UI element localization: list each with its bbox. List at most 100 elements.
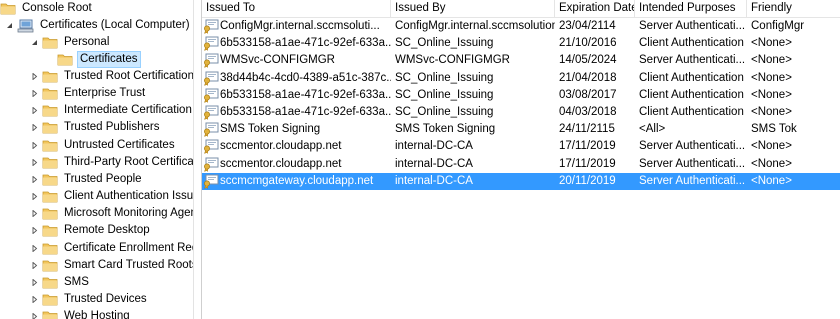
tree-node-store[interactable]: Trusted Devices	[30, 291, 149, 308]
certificate-list[interactable]: Issued To Issued By Expiration Date Inte…	[202, 0, 840, 319]
issued-to-text: sccmentor.cloudapp.net	[220, 157, 342, 170]
tree-node-store[interactable]: Trusted Publishers	[30, 119, 161, 136]
table-row[interactable]: 6b533158-a1ae-471c-92ef-633a... SC_Online…	[202, 104, 840, 121]
tree-label: Trusted Publishers	[64, 121, 160, 134]
tree-node-store[interactable]: Smart Card Trusted Roots	[30, 257, 193, 274]
cell-intended-purposes: Server Authenticati...	[639, 157, 746, 170]
console-tree[interactable]: Console Root Certificates (Local Compute…	[0, 0, 193, 319]
cell-issued-by: SC_Online_Issuing	[395, 88, 494, 101]
tree-node-store[interactable]: Remote Desktop	[30, 222, 152, 239]
expand-arrow-icon[interactable]	[30, 240, 39, 257]
certificate-icon	[204, 88, 219, 103]
cell-expiration-date: 03/08/2017	[559, 88, 617, 101]
column-header-expiration-date[interactable]: Expiration Date	[555, 0, 635, 17]
expand-arrow-icon[interactable]	[30, 222, 39, 239]
issued-to-text: ConfigMgr.internal.sccmsoluti...	[220, 20, 380, 32]
folder-icon	[42, 311, 58, 319]
tree-node-personal[interactable]: Personal	[30, 34, 111, 51]
cell-intended-purposes: <All>	[639, 123, 666, 136]
cell-expiration-date: 23/04/2114	[559, 20, 616, 32]
certificate-icon	[204, 122, 219, 138]
cell-issued-by: internal-DC-CA	[395, 157, 473, 170]
tree-label: Web Hosting	[64, 310, 130, 319]
tree-node-store[interactable]: Web Hosting	[30, 308, 132, 319]
cell-issued-to: 38d44b4c-4cd0-4389-a51c-387c...	[202, 70, 391, 87]
folder-icon	[42, 208, 58, 220]
table-row[interactable]: ConfigMgr.internal.sccmsoluti... ConfigMg…	[202, 18, 840, 35]
certificate-icon	[204, 19, 219, 34]
folder-icon	[42, 71, 58, 83]
expand-arrow-icon[interactable]	[30, 291, 39, 308]
folder-icon	[42, 140, 58, 151]
tree-label: Certificates	[77, 51, 141, 68]
folder-icon	[42, 191, 58, 203]
tree-node-console-root[interactable]: Console Root	[0, 0, 94, 17]
tree-node-store[interactable]: Client Authentication Issue	[30, 188, 193, 205]
tree-node-store[interactable]: Untrusted Certificates	[30, 137, 177, 154]
cell-friendly-name: ConfigMgr	[751, 20, 805, 32]
tree-node-store[interactable]: Trusted People	[30, 171, 144, 188]
tree-node-store[interactable]: Trusted Root Certification A	[30, 68, 193, 85]
certificates-mmc-window: Console Root Certificates (Local Compute…	[0, 0, 840, 319]
expand-arrow-icon[interactable]	[30, 257, 39, 274]
cell-expiration-date: 17/11/2019	[559, 157, 616, 170]
tree-node-store[interactable]: Intermediate Certification A	[30, 102, 193, 119]
column-header-friendly-name[interactable]: Friendly	[747, 0, 840, 17]
table-row[interactable]: sccmcmgateway.cloudapp.net internal-DC-CA…	[202, 172, 840, 190]
cell-issued-by: SC_Online_Issuing	[395, 106, 494, 118]
issued-to-text: SMS Token Signing	[220, 123, 321, 136]
expand-arrow-icon[interactable]	[30, 154, 39, 171]
tree-node-certificates[interactable]: Certificates	[57, 51, 141, 68]
tree-node-store[interactable]: Microsoft Monitoring Agen	[30, 205, 193, 222]
expand-arrow-icon[interactable]	[30, 119, 39, 136]
tree-node-store[interactable]: Third-Party Root Certificat	[30, 154, 193, 171]
table-row[interactable]: sccmentor.cloudapp.net internal-DC-CA 17/1…	[202, 156, 840, 173]
cell-intended-purposes: Client Authentication	[639, 106, 744, 118]
expand-arrow-icon[interactable]	[30, 308, 39, 319]
expand-arrow-icon[interactable]	[30, 274, 39, 291]
folder-icon	[42, 88, 58, 100]
folder-icon	[42, 225, 58, 237]
table-row[interactable]: 38d44b4c-4cd0-4389-a51c-387c... SC_Online…	[202, 70, 840, 87]
cell-issued-by: WMSvc-CONFIGMGR	[395, 54, 510, 67]
table-row[interactable]: WMSvc-CONFIGMGR WMSvc-CONFIGMGR 14/05/2024…	[202, 52, 840, 69]
cell-issued-to: ConfigMgr.internal.sccmsoluti...	[202, 18, 391, 35]
tree-label: Trusted Devices	[64, 292, 147, 305]
cell-intended-purposes: Client Authentication	[639, 71, 744, 84]
cell-friendly-name: <None>	[751, 54, 792, 67]
table-row[interactable]: 6b533158-a1ae-471c-92ef-633a... SC_Online…	[202, 87, 840, 104]
column-header-intended-purposes[interactable]: Intended Purposes	[635, 0, 747, 17]
cell-expiration-date: 24/11/2115	[559, 123, 615, 136]
expand-arrow-icon[interactable]	[30, 85, 39, 102]
tree-node-store[interactable]: Enterprise Trust	[30, 85, 147, 102]
expand-arrow-icon[interactable]	[30, 68, 39, 85]
tree-node-certificates-local-computer[interactable]: Certificates (Local Computer)	[5, 17, 192, 34]
tree-label: Client Authentication Issue	[64, 190, 193, 203]
tree-node-store[interactable]: SMS	[30, 274, 91, 291]
cell-issued-to: sccmentor.cloudapp.net	[202, 156, 391, 173]
cell-friendly-name: <None>	[751, 140, 792, 153]
table-row[interactable]: 6b533158-a1ae-471c-92ef-633a... SC_Online…	[202, 35, 840, 52]
collapse-arrow-icon[interactable]	[30, 34, 39, 51]
table-row[interactable]: sccmentor.cloudapp.net internal-DC-CA 17/1…	[202, 138, 840, 155]
folder-icon	[42, 277, 58, 289]
tree-label: Console Root	[22, 2, 92, 14]
tree-label: Trusted People	[64, 172, 142, 185]
cell-expiration-date: 21/10/2016	[559, 37, 617, 50]
column-header-issued-by[interactable]: Issued By	[391, 0, 555, 17]
expand-arrow-icon[interactable]	[30, 171, 39, 188]
pane-splitter[interactable]	[193, 0, 202, 319]
tree-node-store[interactable]: Certificate Enrollment Requ	[30, 240, 193, 257]
column-header-issued-to[interactable]: Issued To	[202, 0, 391, 17]
computer-icon	[17, 19, 34, 32]
expand-arrow-icon[interactable]	[30, 137, 39, 154]
tree-label: Intermediate Certification A	[64, 104, 193, 117]
cell-intended-purposes: Server Authenticati...	[639, 20, 746, 32]
tree-label: Certificate Enrollment Requ	[64, 241, 193, 254]
collapse-arrow-icon[interactable]	[5, 17, 14, 34]
expand-arrow-icon[interactable]	[30, 188, 39, 205]
expand-arrow-icon[interactable]	[30, 102, 39, 119]
table-row[interactable]: SMS Token Signing SMS Token Signing 24/11/…	[202, 121, 840, 138]
folder-icon	[42, 243, 58, 254]
expand-arrow-icon[interactable]	[30, 205, 39, 222]
